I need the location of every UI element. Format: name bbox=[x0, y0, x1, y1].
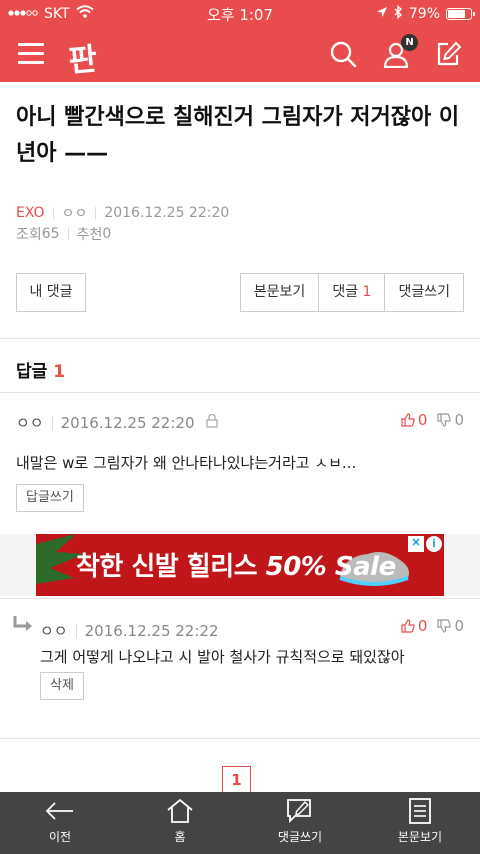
divider bbox=[0, 338, 480, 339]
post-meta: EXO ㅇㅇ 2016.12.25 22:20 bbox=[16, 203, 229, 223]
dislike-button[interactable]: 0 bbox=[437, 617, 464, 635]
reply-arrow-icon bbox=[12, 615, 34, 637]
views-count: 65 bbox=[41, 226, 60, 242]
tab-view-body[interactable]: 본문보기 bbox=[360, 792, 480, 854]
comment-header: ㅇㅇ 2016.12.25 22:22 bbox=[40, 620, 219, 641]
recommend-count: 0 bbox=[102, 226, 112, 242]
my-comments-button[interactable]: 내 댓글 bbox=[16, 273, 86, 312]
comment-author: ㅇㅇ bbox=[40, 622, 68, 640]
ad-text-main: 착한 신발 힐리스 bbox=[76, 552, 258, 582]
views-label: 조회 bbox=[16, 227, 42, 243]
comment-author: ㅇㅇ bbox=[16, 414, 44, 432]
thumbs-up-icon bbox=[401, 619, 415, 633]
tab-view-body-label: 본문보기 bbox=[397, 830, 443, 844]
comment-datetime: 2016.12.25 22:20 bbox=[60, 413, 195, 432]
battery-fill bbox=[448, 10, 465, 18]
comment-header: ㅇㅇ 2016.12.25 22:20 bbox=[16, 412, 219, 433]
like-button[interactable]: 0 bbox=[401, 617, 428, 635]
tab-back-label: 이전 bbox=[48, 830, 72, 844]
ad-close-icon[interactable] bbox=[408, 536, 424, 552]
tab-write-comment-label: 댓글쓰기 bbox=[277, 830, 323, 844]
post-datetime: 2016.12.25 22:20 bbox=[104, 205, 230, 221]
replies-count: 1 bbox=[53, 362, 66, 382]
app-header: 판 N bbox=[0, 26, 480, 82]
user-icon[interactable]: N bbox=[382, 34, 418, 69]
tab-write-comment[interactable]: 댓글쓰기 bbox=[240, 792, 360, 854]
tab-home[interactable]: 홈 bbox=[120, 792, 240, 854]
comment-body: 내말은 w로 그림자가 왜 안나타나있냐는거라고 ㅅㅂ... bbox=[16, 454, 357, 472]
location-icon bbox=[376, 6, 388, 22]
comment-write-icon bbox=[287, 799, 311, 824]
comments-button[interactable]: 댓글 1 bbox=[318, 273, 386, 312]
view-body-button[interactable]: 본문보기 bbox=[239, 273, 320, 312]
battery-percent: 79% bbox=[408, 6, 440, 22]
ad-choices-icon[interactable]: i bbox=[426, 536, 442, 552]
tab-back[interactable]: 이전 bbox=[0, 792, 120, 854]
notification-badge: N bbox=[401, 34, 418, 51]
reply-write-button[interactable]: 답글쓰기 bbox=[16, 484, 84, 512]
site-logo[interactable]: 판 bbox=[66, 32, 109, 79]
ad-text-sale: 50% Sale bbox=[265, 552, 397, 582]
page-number-current[interactable]: 1 bbox=[222, 766, 251, 794]
like-count: 0 bbox=[417, 617, 428, 635]
comment-body: 그게 어떻게 나오냐고 시 발아 철사가 규칙적으로 돼있잖아 bbox=[40, 648, 405, 666]
write-comment-button[interactable]: 댓글쓰기 bbox=[384, 273, 464, 312]
thumbs-down-icon bbox=[437, 413, 452, 427]
comment-datetime: 2016.12.25 22:22 bbox=[84, 621, 219, 640]
home-icon bbox=[167, 798, 193, 823]
dislike-button[interactable]: 0 bbox=[437, 411, 464, 429]
edit-icon[interactable] bbox=[434, 40, 462, 68]
post-action-buttons: 본문보기 댓글 1 댓글쓰기 bbox=[239, 273, 464, 312]
battery-icon bbox=[446, 8, 475, 20]
bottom-tab-bar: 이전 홈 댓글쓰기 본문보기 bbox=[0, 792, 480, 854]
search-icon[interactable] bbox=[329, 40, 357, 68]
ad-text: 착한 신발 힐리스 50% Sale bbox=[76, 546, 396, 583]
document-icon bbox=[409, 798, 431, 824]
post-title: 아니 빨간색으로 칠해진거 그림자가 저거잖아 이년아 —— bbox=[16, 105, 460, 166]
delete-button[interactable]: 삭제 bbox=[40, 672, 84, 700]
dislike-count: 0 bbox=[454, 617, 464, 635]
comments-count: 1 bbox=[362, 284, 372, 300]
replies-title-label: 답글 bbox=[16, 362, 48, 382]
divider bbox=[0, 392, 480, 393]
divider bbox=[0, 598, 480, 599]
ad-banner[interactable]: 착한 신발 힐리스 50% Sale i bbox=[36, 534, 444, 596]
thumbs-down-icon bbox=[437, 619, 452, 633]
back-arrow-icon bbox=[45, 802, 73, 820]
tab-home-label: 홈 bbox=[174, 830, 186, 844]
post-stats: 조회 65 추천 0 bbox=[16, 224, 111, 244]
status-bar: SKT 오후 1:07 79% bbox=[0, 0, 480, 26]
like-count: 0 bbox=[417, 411, 428, 429]
replies-title: 답글 1 bbox=[16, 357, 65, 382]
comments-button-label: 댓글 bbox=[332, 284, 359, 300]
bluetooth-icon bbox=[394, 5, 403, 23]
comment-votes: 0 0 bbox=[401, 411, 464, 429]
like-button[interactable]: 0 bbox=[401, 411, 428, 429]
recommend-label: 추천 bbox=[76, 227, 103, 243]
post-author: ㅇㅇ bbox=[61, 206, 88, 222]
comment-votes: 0 0 bbox=[401, 617, 464, 635]
dislike-count: 0 bbox=[454, 411, 464, 429]
post-category[interactable]: EXO bbox=[16, 205, 45, 221]
thumbs-up-icon bbox=[401, 413, 415, 427]
menu-icon[interactable] bbox=[18, 43, 44, 65]
divider bbox=[0, 738, 480, 739]
lock-icon bbox=[205, 413, 219, 432]
